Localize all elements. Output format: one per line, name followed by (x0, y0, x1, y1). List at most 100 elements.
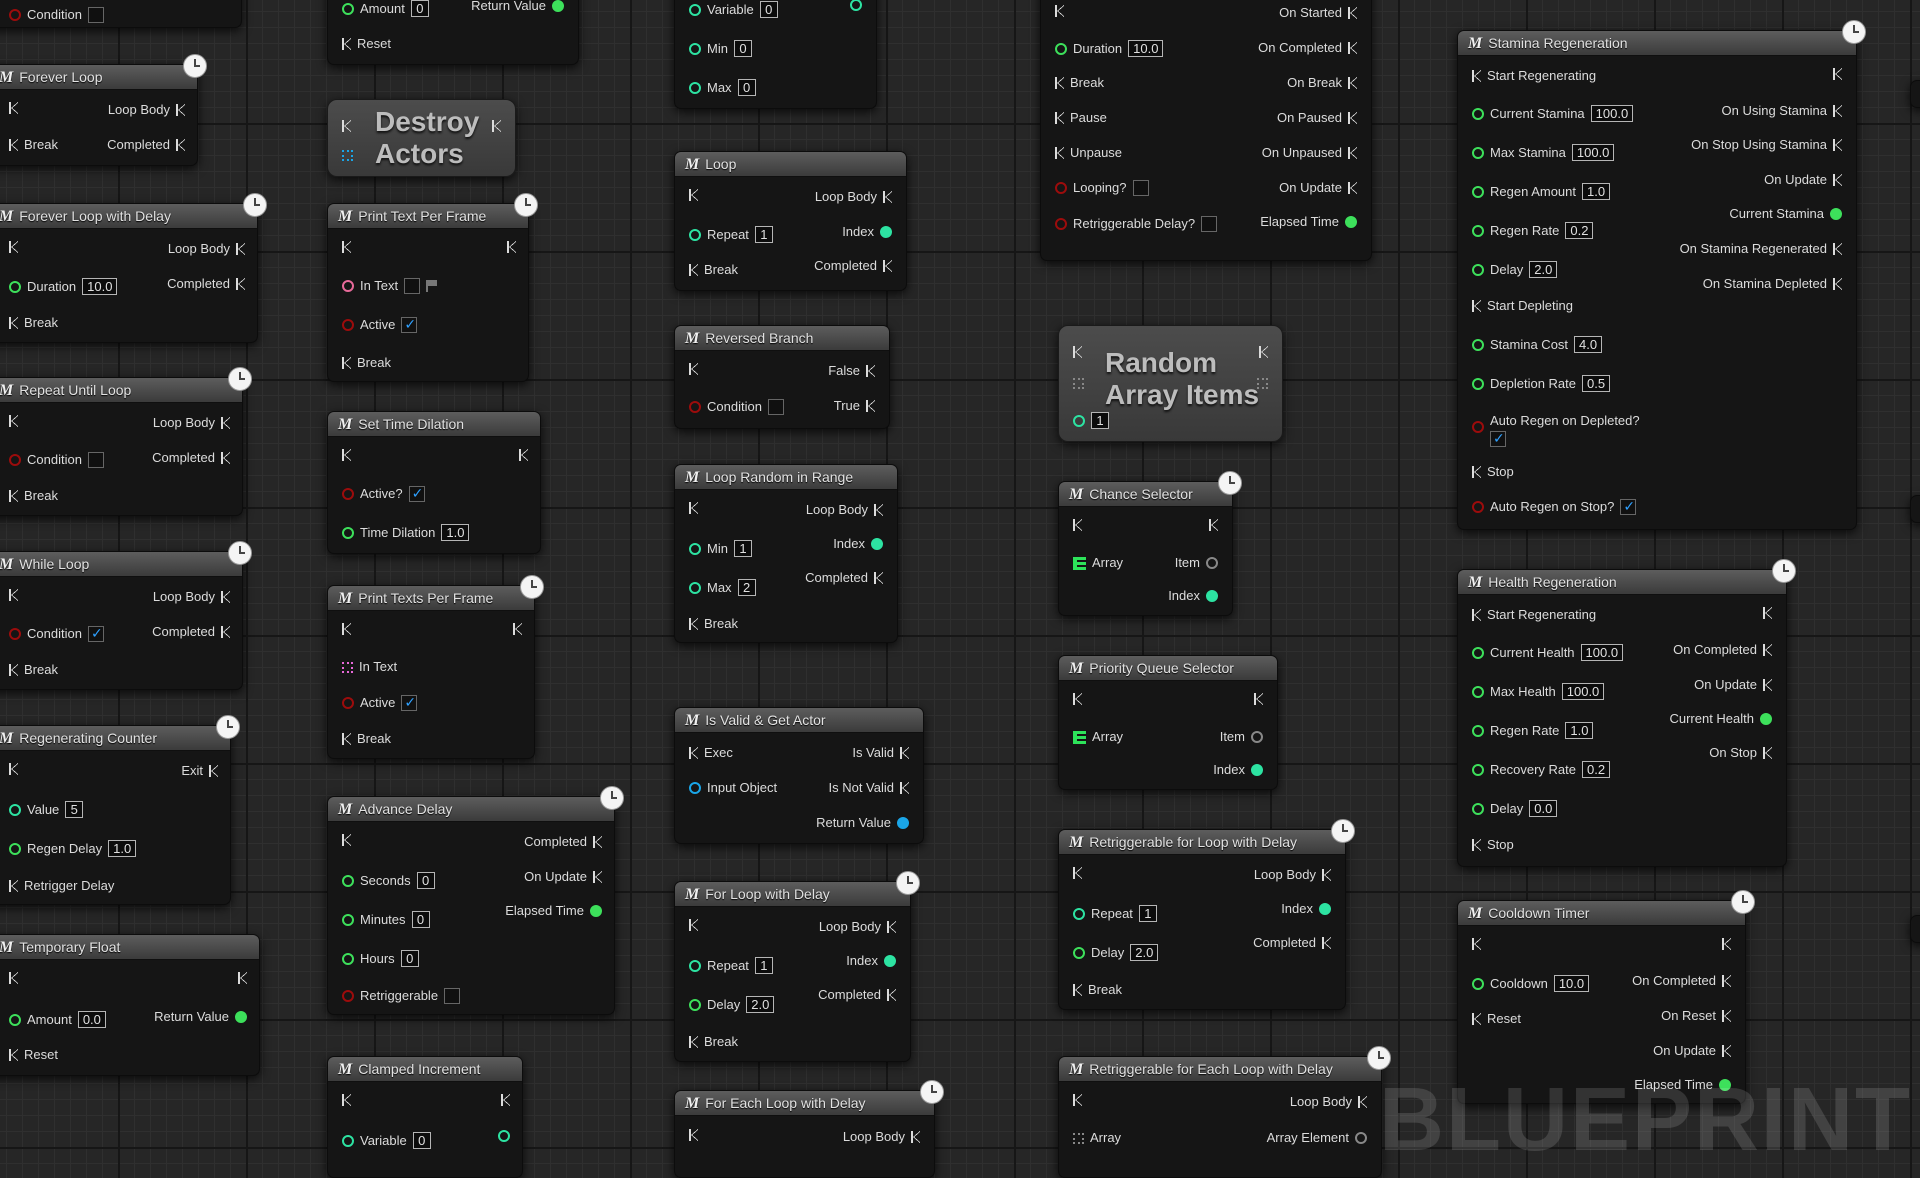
on-completed-pin[interactable] (1763, 644, 1772, 656)
exec-out-pin[interactable] (1833, 68, 1842, 80)
exec-in-pin[interactable] (1073, 346, 1082, 358)
elapsed-time-pin[interactable] (590, 905, 602, 917)
start-regenerating-pin[interactable] (1472, 609, 1481, 621)
min-input[interactable]: 0 (733, 40, 752, 57)
stop-pin[interactable] (1472, 466, 1481, 478)
break-pin[interactable] (9, 139, 18, 151)
stamina-regeneration-node[interactable]: M Stamina Regeneration Start Regenerating… (1457, 20, 1866, 530)
index-pin[interactable] (1206, 590, 1218, 602)
loop-random-range-node[interactable]: M Loop Random in Range Loop Body Min 1 Ind… (674, 464, 898, 643)
delay-input[interactable]: 2.0 (1130, 944, 1159, 961)
stamina-cost-input[interactable]: 4.0 (1574, 336, 1603, 353)
timeline-controller-node[interactable]: On Started Duration 10.0 On Completed Bre… (1040, 0, 1372, 261)
condition-checkbox[interactable] (767, 399, 784, 415)
retriggerable-pin[interactable] (1055, 218, 1067, 230)
duration-pin[interactable] (1055, 42, 1067, 55)
exec-out-pin[interactable] (492, 120, 501, 132)
item-pin[interactable] (1251, 731, 1263, 743)
array-pin[interactable] (1073, 1132, 1084, 1144)
exec-out-pin[interactable] (1259, 346, 1268, 358)
repeat-input[interactable]: 1 (1138, 905, 1157, 922)
condition-pin[interactable] (9, 9, 21, 21)
amount-pin[interactable] (342, 2, 354, 15)
repeat-pin[interactable] (1073, 907, 1085, 920)
exec-in-pin[interactable] (1472, 938, 1481, 950)
retriggerable-checkbox[interactable] (444, 988, 461, 1004)
hours-pin[interactable] (342, 952, 354, 965)
on-update-pin[interactable] (593, 871, 602, 883)
array-pin[interactable] (1073, 730, 1086, 744)
on-completed-pin[interactable] (1348, 42, 1357, 54)
in-text-array-pin[interactable] (342, 661, 353, 673)
print-text-per-frame-node[interactable]: MPrint Text Per Frame In Text Active Bre… (327, 193, 538, 382)
regen-rate-pin[interactable] (1472, 224, 1484, 237)
completed-pin[interactable] (236, 278, 245, 290)
hours-input[interactable]: 0 (400, 950, 419, 967)
value-pin[interactable] (9, 803, 21, 816)
clamped-increment-node[interactable]: M Clamped Increment Variable 0 (327, 1056, 523, 1178)
loop-body-pin[interactable] (221, 591, 230, 603)
loop-body-pin[interactable] (1322, 869, 1331, 881)
condition-checkbox[interactable] (87, 452, 104, 468)
loop-body-pin[interactable] (236, 243, 245, 255)
regen-delay-pin[interactable] (9, 842, 21, 855)
array-pin[interactable] (1073, 556, 1086, 570)
active-pin[interactable] (342, 697, 354, 709)
condition-pin[interactable] (9, 454, 21, 466)
for-loop-delay-node[interactable]: M For Loop with Delay Loop Body Repeat 1 I… (674, 871, 920, 1062)
while-loop-node[interactable]: MWhile Loop Loop Body Condition Complete… (0, 541, 252, 690)
loop-body-pin[interactable] (1358, 1096, 1367, 1108)
regenerating-counter-node[interactable]: M Regenerating Counter Exit Value 5 Regen … (0, 715, 240, 905)
active-pin[interactable] (342, 488, 354, 500)
regen-rate-input[interactable]: 1.0 (1565, 722, 1594, 739)
delay-pin[interactable] (1472, 263, 1484, 276)
variable-out-pin[interactable] (850, 0, 862, 11)
current-health-pin[interactable] (1472, 646, 1484, 659)
variable-out-pin[interactable] (498, 1130, 510, 1142)
in-text-pin[interactable] (342, 280, 354, 292)
completed-pin[interactable] (883, 260, 892, 272)
minutes-input[interactable]: 0 (411, 911, 430, 928)
recovery-rate-pin[interactable] (1472, 763, 1484, 776)
recovery-rate-input[interactable]: 0.2 (1581, 761, 1611, 778)
current-stamina-pin[interactable] (1472, 107, 1484, 120)
false-pin[interactable] (866, 365, 875, 377)
max-health-pin[interactable] (1472, 685, 1484, 698)
exec-in-pin[interactable] (689, 1129, 698, 1141)
active-checkbox[interactable] (408, 485, 425, 502)
on-using-stamina-pin[interactable] (1833, 105, 1842, 117)
loop-body-pin[interactable] (887, 921, 896, 933)
return-value-pin[interactable] (897, 817, 909, 829)
is-valid-pin[interactable] (900, 747, 909, 759)
exec-out-pin[interactable] (513, 623, 522, 635)
amount-input[interactable]: 0.0 (77, 1011, 106, 1028)
localize-flag-icon[interactable] (426, 280, 440, 292)
exec-in-pin[interactable] (342, 120, 351, 132)
break-pin[interactable] (9, 317, 18, 329)
return-value-pin[interactable] (552, 0, 564, 12)
variable-input[interactable]: 0 (412, 1132, 431, 1149)
pause-pin[interactable] (1055, 112, 1064, 124)
set-time-dilation-node[interactable]: MSet Time Dilation Active? Time Dilation… (327, 411, 541, 554)
array-element-pin[interactable] (1355, 1132, 1367, 1144)
exec-out-pin[interactable] (1722, 938, 1731, 950)
exec-in-pin[interactable] (342, 834, 351, 846)
count-pin[interactable] (1073, 414, 1085, 427)
priority-queue-selector-node[interactable]: M Priority Queue Selector Array Item Inde… (1058, 655, 1278, 790)
repeat-pin[interactable] (689, 228, 701, 241)
chance-selector-node[interactable]: M Chance Selector Array Item Index (1058, 471, 1242, 616)
exec-in-pin[interactable] (9, 241, 18, 253)
on-update-pin[interactable] (1348, 182, 1357, 194)
retriggerable-loop-delay-node[interactable]: M Retriggerable for Loop with Delay Loop … (1058, 819, 1355, 1010)
break-pin[interactable] (689, 1036, 698, 1048)
looping-checkbox[interactable] (1132, 180, 1149, 196)
exec-in-pin[interactable] (342, 241, 351, 253)
return-value-pin[interactable] (235, 1011, 247, 1023)
variable-pin[interactable] (689, 3, 701, 16)
offscreen-node-3[interactable] (1910, 915, 1920, 943)
min-input[interactable]: 1 (733, 540, 752, 557)
print-texts-per-frame-node[interactable]: MPrint Texts Per Frame In Text Active Br… (327, 575, 544, 759)
loop-body-pin[interactable] (176, 104, 185, 116)
exec-in-pin[interactable] (342, 623, 351, 635)
variable-pin[interactable] (342, 1134, 354, 1147)
